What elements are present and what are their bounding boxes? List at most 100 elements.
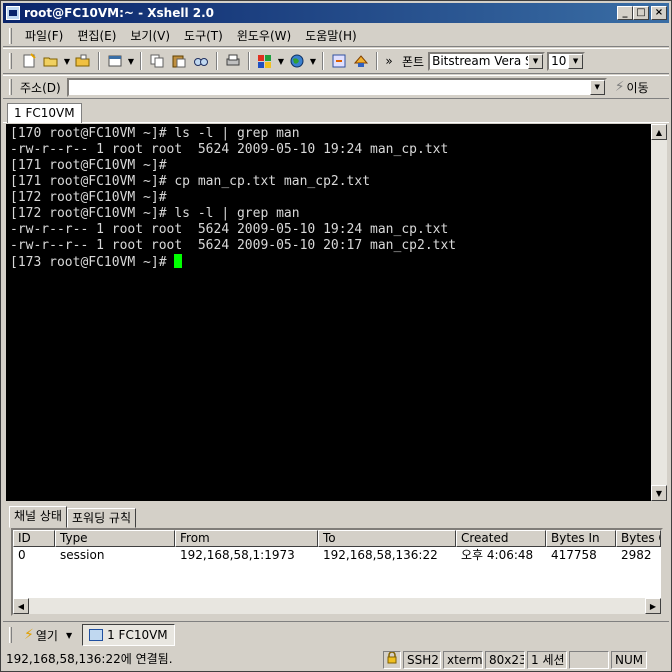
tab-channel-status[interactable]: 채널 상태 — [9, 506, 67, 528]
toolbar-separator — [322, 52, 324, 70]
font-family-select[interactable]: Bitstream Vera S ▼ — [428, 51, 546, 71]
terminal-prompt-line: [173 root@FC10VM ~]# — [10, 254, 652, 271]
terminal-line: [171 root@FC10VM ~]# cp man_cp.txt man_c… — [10, 174, 371, 189]
menu-help[interactable]: 도움말(H) — [298, 27, 364, 44]
go-label: 이동 — [626, 80, 649, 95]
find-icon[interactable] — [190, 51, 212, 71]
window-controls: _ □ × — [617, 6, 667, 20]
font-family-value: Bitstream Vera S — [432, 54, 529, 68]
column-header-from[interactable]: From — [175, 530, 318, 547]
menu-bar: 파일(F) 편집(E) 보기(V) 도구(T) 윈도우(W) 도움말(H) — [3, 25, 669, 47]
status-num-lock: NUM — [611, 650, 647, 669]
tab-forwarding-rules[interactable]: 포워딩 규칙 — [66, 508, 136, 528]
column-header-id[interactable]: ID — [13, 530, 55, 547]
cell-from: 192,168,58,1:1973 — [180, 548, 295, 562]
globe-icon[interactable] — [286, 51, 308, 71]
terminal-prompt: [173 root@FC10VM ~]# — [10, 255, 175, 270]
channel-list[interactable]: ID Type From To Created Bytes In Bytes O… — [11, 528, 663, 616]
open-session-button[interactable]: ⚡ 열기 ▼ — [24, 627, 72, 644]
session-tab-bar: 1 FC10VM — [3, 101, 669, 123]
cell-to: 192,168,58,136:22 — [323, 548, 438, 562]
copy-icon[interactable] — [146, 51, 168, 71]
font-label: 폰트 — [402, 54, 425, 69]
title-bar[interactable]: root@FC10VM:~ - Xshell 2.0 _ □ × — [3, 3, 669, 23]
terminal-scrollbar[interactable]: ▲ ▼ — [651, 124, 667, 501]
print-icon[interactable] — [222, 51, 244, 71]
chevron-down-icon[interactable]: ▼ — [568, 53, 584, 69]
menu-view[interactable]: 보기(V) — [123, 27, 177, 44]
toolbar-grip[interactable] — [9, 53, 12, 69]
globe-dropdown-icon[interactable]: ▼ — [308, 57, 318, 66]
color-scheme-dropdown-icon[interactable]: ▼ — [276, 57, 286, 66]
column-header-bytes-out[interactable]: Bytes O — [616, 530, 661, 547]
font-size-select[interactable]: 10 ▼ — [547, 51, 586, 71]
column-header-bytes-in[interactable]: Bytes In — [546, 530, 616, 547]
minimize-button[interactable]: _ — [617, 6, 633, 20]
toolbar-separator — [376, 52, 378, 70]
chevron-down-icon[interactable]: ▼ — [528, 53, 544, 69]
scroll-down-icon[interactable]: ▼ — [651, 485, 667, 501]
lightning-icon: ⚡ — [24, 627, 34, 643]
lightning-icon: ⚡ — [614, 79, 625, 95]
toolbar-separator — [98, 52, 100, 70]
terminal-line: [171 root@FC10VM ~]# — [10, 158, 167, 173]
toolbar-overflow-button[interactable]: » — [382, 54, 396, 68]
menu-window[interactable]: 윈도우(W) — [230, 27, 298, 44]
open-folder-icon[interactable] — [40, 51, 62, 71]
menu-edit[interactable]: 편집(E) — [70, 27, 123, 44]
properties-dropdown-icon[interactable]: ▼ — [126, 57, 136, 66]
xshell-app-icon[interactable] — [6, 6, 20, 20]
cell-type: session — [60, 548, 105, 562]
xftp-icon[interactable] — [350, 51, 372, 71]
address-input[interactable]: ▼ — [66, 77, 607, 97]
cell-created: 오후 4:06:48 — [461, 548, 534, 562]
go-button[interactable]: ⚡ 이동 — [615, 79, 649, 96]
column-header-type[interactable]: Type — [55, 530, 175, 547]
toolbar: ▼ ▼ ▼ ▼ » 폰트 Bitstream Vera S ▼ 10 ▼ — [3, 48, 669, 74]
menu-grip[interactable] — [9, 27, 12, 44]
tab-session-fc10vm[interactable]: 1 FC10VM — [7, 103, 82, 123]
folder-up-icon[interactable] — [72, 51, 94, 71]
chevron-down-icon[interactable]: ▼ — [589, 79, 605, 95]
channel-list-hscrollbar[interactable]: ◀ ▶ — [13, 598, 661, 614]
terminal-cursor — [174, 254, 183, 268]
paste-icon[interactable] — [168, 51, 190, 71]
chevron-down-icon[interactable]: ▼ — [66, 631, 72, 640]
taskbar-grip[interactable] — [9, 627, 12, 643]
address-grip[interactable] — [9, 79, 12, 95]
column-header-created[interactable]: Created — [456, 530, 546, 547]
cell-bytes-out: 2982 — [621, 548, 652, 562]
maximize-button[interactable]: □ — [633, 6, 649, 20]
new-session-icon[interactable] — [18, 51, 40, 71]
transfer-icon[interactable] — [328, 51, 350, 71]
terminal-line: -rw-r--r-- 1 root root 5624 2009-05-10 2… — [10, 238, 457, 253]
font-size-value: 10 — [551, 54, 567, 68]
toolbar-separator — [248, 52, 250, 70]
terminal-line: -rw-r--r-- 1 root root 5624 2009-05-10 1… — [10, 222, 449, 237]
channel-panel-tabs: 채널 상태 포워딩 규칙 — [9, 506, 136, 528]
terminal-session-icon — [89, 629, 104, 641]
status-session-count: 1 세션 — [527, 650, 567, 669]
properties-icon[interactable] — [104, 51, 126, 71]
terminal-line: -rw-r--r-- 1 root root 5624 2009-05-10 1… — [10, 142, 449, 157]
terminal-line: [172 root@FC10VM ~]# — [10, 190, 167, 205]
close-button[interactable]: × — [651, 6, 667, 20]
scroll-right-icon[interactable]: ▶ — [645, 598, 661, 614]
status-protocol: SSH2 — [403, 650, 441, 669]
address-label: 주소(D) — [20, 80, 61, 95]
terminal-line: [172 root@FC10VM ~]# ls -l | grep man — [10, 206, 300, 221]
address-bar: 주소(D) ▼ ⚡ 이동 — [3, 75, 669, 99]
toolbar-separator — [140, 52, 142, 70]
taskbar-session-fc10vm[interactable]: 1 FC10VM — [82, 624, 175, 646]
scroll-left-icon[interactable]: ◀ — [13, 598, 29, 614]
color-scheme-icon[interactable] — [254, 51, 276, 71]
column-header-to[interactable]: To — [318, 530, 456, 547]
menu-file[interactable]: 파일(F) — [18, 27, 70, 44]
scroll-up-icon[interactable]: ▲ — [651, 124, 667, 140]
menu-tools[interactable]: 도구(T) — [177, 27, 230, 44]
table-row[interactable]: 0 session 192,168,58,1:1973 192,168,58,1… — [13, 547, 661, 563]
status-terminal-type: xterm — [443, 650, 483, 669]
cell-bytes-in: 417758 — [551, 548, 597, 562]
open-dropdown-icon[interactable]: ▼ — [62, 57, 72, 66]
terminal-output[interactable]: [170 root@FC10VM ~]# ls -l | grep man -rw… — [6, 124, 652, 501]
